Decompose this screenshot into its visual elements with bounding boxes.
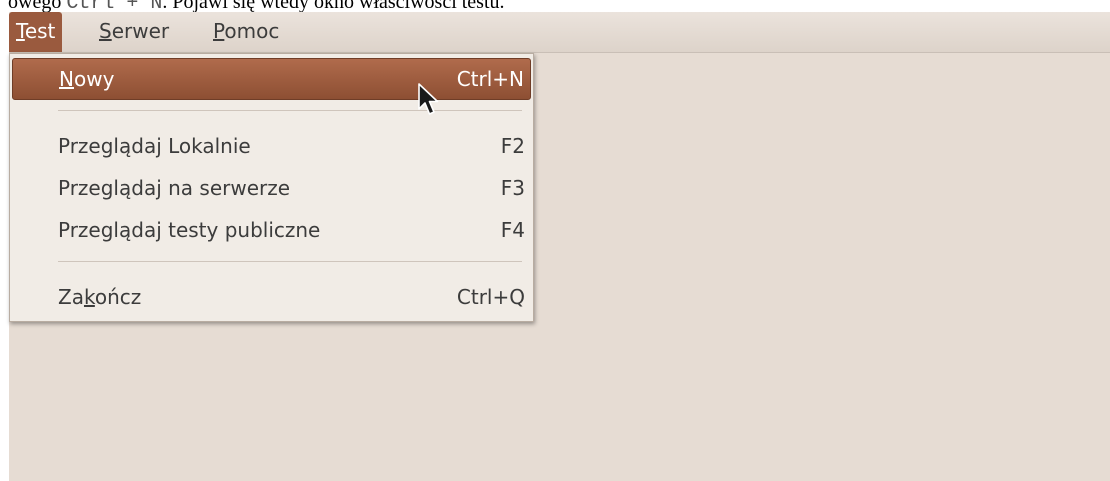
- menu-separator: [58, 110, 522, 111]
- menu-pomoc-rest: omoc: [224, 19, 280, 43]
- menu-item-quit-pre: Za: [58, 285, 84, 309]
- app-window: Test Serwer Pomoc Nowy Ctrl+N Przeglądaj…: [9, 12, 1110, 481]
- menu-item-browse-server-shortcut: F3: [500, 176, 525, 200]
- menu-item-browse-server[interactable]: Przeglądaj na serwerze F3: [12, 167, 531, 209]
- menu-test[interactable]: Test: [9, 12, 63, 52]
- test-dropdown-menu: Nowy Ctrl+N Przeglądaj Lokalnie F2 Przeg…: [9, 53, 534, 322]
- menu-test-rest: est: [24, 19, 56, 43]
- menu-item-new-label: Nowy: [59, 67, 114, 91]
- menu-item-browse-local[interactable]: Przeglądaj Lokalnie F2: [12, 125, 531, 167]
- menu-item-browse-public-shortcut: F4: [500, 218, 525, 242]
- menu-item-browse-local-shortcut: F2: [500, 134, 525, 158]
- menu-item-new-shortcut: Ctrl+N: [456, 67, 524, 91]
- mouse-pointer-icon: [418, 83, 439, 115]
- menu-item-quit-rest: ończ: [94, 285, 142, 309]
- menu-item-quit-accel: k: [83, 285, 95, 309]
- menu-item-new-rest: owy: [73, 67, 115, 91]
- menu-item-browse-server-label: Przeglądaj na serwerze: [58, 176, 291, 200]
- menu-serwer-accel: S: [99, 19, 112, 43]
- page: owego Ctrl + N. Pojawi się wtedy okno wł…: [0, 0, 1110, 481]
- menu-pomoc[interactable]: Pomoc: [206, 12, 286, 52]
- menu-item-quit[interactable]: Zakończ Ctrl+Q: [12, 276, 531, 318]
- menubar: Test Serwer Pomoc: [9, 12, 1110, 53]
- menu-separator: [58, 261, 522, 262]
- menu-serwer[interactable]: Serwer: [92, 12, 176, 52]
- menu-item-quit-shortcut: Ctrl+Q: [456, 285, 525, 309]
- menu-item-browse-public-label: Przeglądaj testy publiczne: [58, 218, 321, 242]
- menu-item-new[interactable]: Nowy Ctrl+N: [12, 58, 531, 100]
- menu-item-browse-public[interactable]: Przeglądaj testy publiczne F4: [12, 209, 531, 251]
- menu-item-quit-label: Zakończ: [58, 285, 141, 309]
- menu-item-new-accel: N: [59, 67, 74, 91]
- menu-serwer-rest: erwer: [111, 19, 170, 43]
- menu-item-browse-local-label: Przeglądaj Lokalnie: [58, 134, 251, 158]
- menu-pomoc-accel: P: [213, 19, 225, 43]
- menu-test-accel: T: [16, 19, 25, 43]
